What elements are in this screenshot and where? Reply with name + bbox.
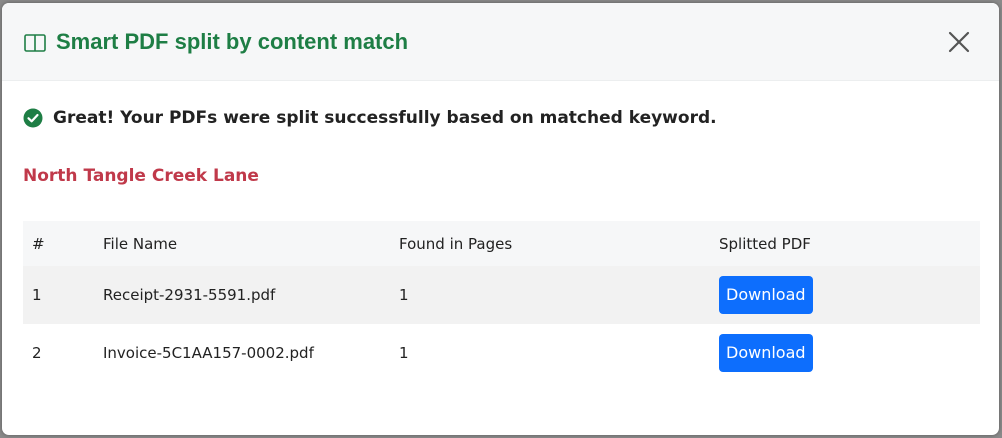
success-alert: Great! Your PDFs were split successfully… bbox=[23, 106, 979, 130]
modal-header: Smart PDF split by content match bbox=[2, 3, 999, 81]
modal-title: Smart PDF split by content match bbox=[56, 28, 409, 54]
download-button[interactable]: Download bbox=[719, 334, 813, 372]
file-name: Receipt-2931-5591.pdf bbox=[103, 286, 276, 304]
close-icon bbox=[948, 31, 970, 52]
modal-body: Great! Your PDFs were split successfully… bbox=[2, 106, 999, 382]
table-header-row: # File Name Found in Pages Splitted PDF bbox=[23, 221, 980, 266]
download-cell: Download bbox=[719, 324, 980, 382]
row-number: 1 bbox=[32, 286, 42, 304]
matched-keyword: North Tangle Creek Lane bbox=[23, 166, 259, 186]
file-name: Invoice-5C1AA157-0002.pdf bbox=[103, 344, 314, 362]
column-header-file-name: File Name bbox=[103, 234, 178, 253]
table-row: 1 Receipt-2931-5591.pdf 1 Download bbox=[23, 266, 980, 324]
table-row: 2 Invoice-5C1AA157-0002.pdf 1 Download bbox=[23, 324, 980, 382]
column-header-found-in-pages: Found in Pages bbox=[399, 234, 513, 253]
success-message: Great! Your PDFs were split successfully… bbox=[53, 108, 717, 128]
check-circle-icon bbox=[23, 108, 43, 128]
close-button[interactable] bbox=[945, 28, 973, 56]
split-columns-icon bbox=[24, 33, 46, 52]
column-header-splitted-pdf: Splitted PDF bbox=[719, 234, 811, 253]
download-button[interactable]: Download bbox=[719, 276, 813, 314]
found-pages: 1 bbox=[399, 286, 409, 304]
row-number: 2 bbox=[32, 344, 42, 362]
download-cell: Download bbox=[719, 266, 980, 324]
results-table: # File Name Found in Pages Splitted PDF … bbox=[23, 221, 980, 382]
split-result-modal: Smart PDF split by content match Great! … bbox=[2, 3, 999, 435]
column-header-number: # bbox=[32, 234, 45, 253]
found-pages: 1 bbox=[399, 344, 409, 362]
